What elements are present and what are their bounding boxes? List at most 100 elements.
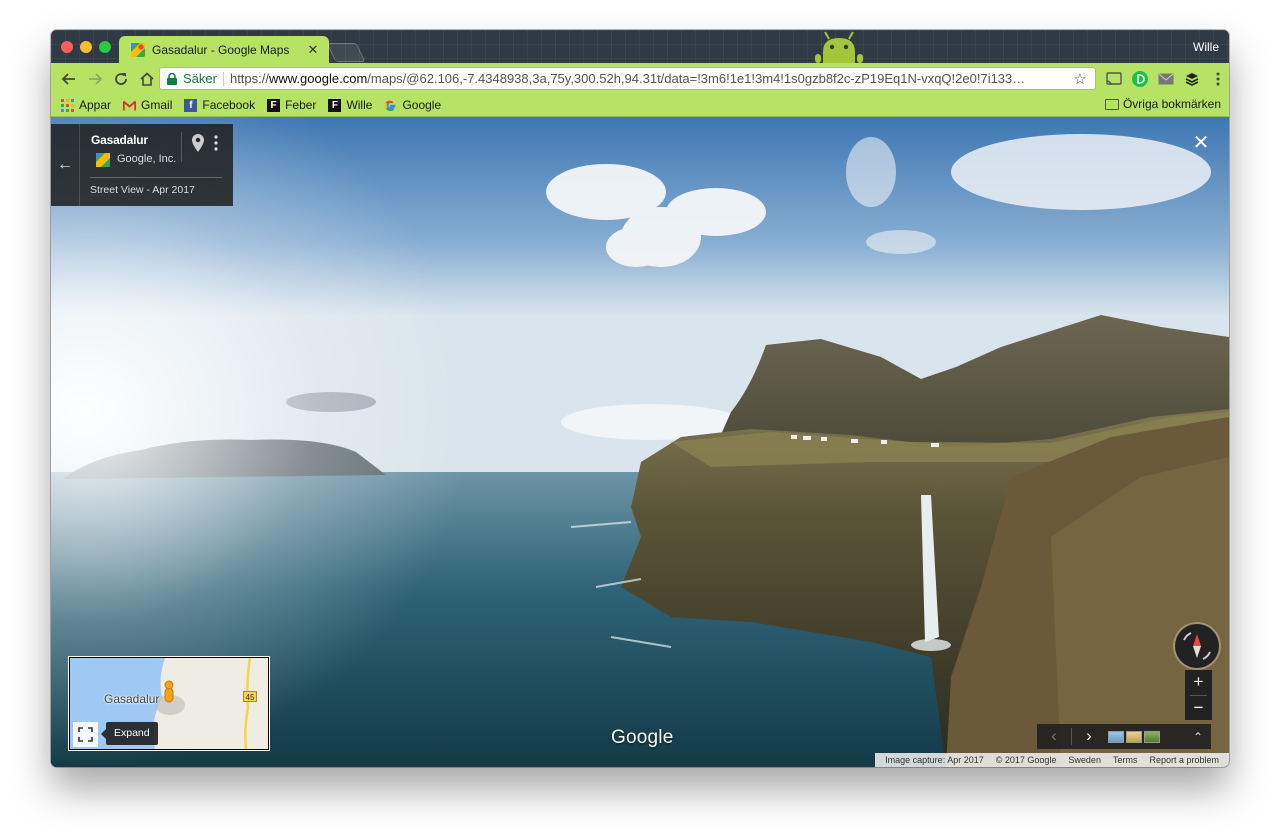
report-problem-link[interactable]: Report a problem (1149, 755, 1219, 765)
zoom-in-button[interactable]: + (1185, 670, 1212, 695)
place-info-card: ← Gasadalur Google, Inc. Street View - A… (51, 124, 233, 206)
card-divider (90, 177, 222, 178)
expand-map-button[interactable] (73, 722, 98, 747)
map-pin-icon[interactable] (192, 134, 204, 152)
tab-google-maps[interactable]: Gasadalur - Google Maps ✕ (119, 36, 329, 63)
feber-icon: F (328, 98, 342, 112)
extension-d-button[interactable] (1129, 68, 1151, 90)
bookmark-appar[interactable]: Appar (61, 98, 111, 112)
bookmark-other-folder[interactable]: Övriga bokmärken (1104, 97, 1221, 111)
menu-icon (1216, 72, 1220, 85)
feber-icon: F (267, 98, 281, 112)
close-window-button[interactable] (61, 41, 73, 53)
profile-name[interactable]: Wille (1193, 40, 1219, 54)
cast-icon (1106, 71, 1122, 85)
url-scheme: https:// (229, 71, 269, 86)
forward-button[interactable] (83, 67, 107, 91)
capture-date[interactable]: Street View - Apr 2017 (90, 184, 195, 196)
bookmark-label: Google (402, 98, 442, 112)
cast-button[interactable] (1103, 68, 1125, 90)
zoom-out-button[interactable]: − (1185, 696, 1212, 721)
bookmark-other-label: Övriga bokmärken (1122, 97, 1221, 111)
back-arrow-icon[interactable]: ← (51, 124, 80, 206)
maximize-window-button[interactable] (99, 41, 111, 53)
google-icon (385, 100, 396, 111)
mini-map-canvas (70, 658, 268, 749)
bookmark-facebook[interactable]: f Facebook (184, 98, 255, 112)
bookmark-label: Wille (346, 98, 373, 112)
bookmark-feber[interactable]: F Feber (267, 98, 316, 112)
gmail-icon (123, 100, 137, 110)
next-photo-icon[interactable]: › (1072, 724, 1106, 749)
road-number-badge: 45 (243, 691, 257, 702)
bookmark-label: Facebook (202, 98, 256, 112)
google-maps-icon (131, 42, 145, 57)
tab-strip: Gasadalur - Google Maps ✕ Wille (51, 30, 1229, 63)
mini-map[interactable]: Gasadalur 45 Expand (69, 657, 269, 750)
forward-icon (89, 72, 103, 85)
buffer-button[interactable] (1181, 68, 1203, 90)
card-separator (181, 132, 182, 162)
android-theme-icon (815, 31, 863, 63)
bookmark-wille[interactable]: F Wille (328, 98, 372, 112)
street-view-panorama[interactable]: ← Gasadalur Google, Inc. Street View - A… (51, 117, 1229, 767)
back-button[interactable] (57, 67, 81, 91)
address-bar[interactable]: Säker https://www.google.com/maps/@62.10… (159, 67, 1096, 90)
copyright-text: © 2017 Google (995, 755, 1057, 765)
back-icon (61, 72, 75, 85)
mail-button[interactable] (1155, 68, 1177, 90)
reload-icon (115, 72, 127, 85)
home-icon (140, 71, 154, 86)
facebook-icon: f (184, 98, 198, 112)
tab-title: Gasadalur - Google Maps (152, 42, 290, 57)
mini-map-label: Gasadalur (104, 692, 160, 706)
chrome-menu-button[interactable] (1207, 68, 1229, 90)
compass-control[interactable] (1175, 624, 1219, 668)
bookmark-star-icon[interactable]: ☆ (1072, 70, 1088, 88)
folder-icon (1104, 98, 1119, 110)
url-separator (222, 71, 224, 86)
photo-thumbnail[interactable] (1144, 730, 1160, 743)
extensions-area (1103, 63, 1229, 94)
bookmarks-bar: Appar Gmail f Facebook F Feber F Wille G… (51, 94, 1229, 117)
url-text[interactable]: https://www.google.com/maps/@62.106,-7.4… (230, 71, 1065, 86)
bookmark-label: Appar (79, 98, 112, 112)
close-street-view-icon[interactable]: ✕ (1191, 133, 1211, 153)
image-capture-date: Image capture: Apr 2017 (885, 755, 984, 765)
photo-strip: ‹ › ⌃ (1037, 724, 1211, 749)
lock-icon (167, 72, 177, 85)
bookmark-label: Gmail (141, 98, 173, 112)
photo-thumbnail[interactable] (1108, 730, 1124, 743)
extension-d-icon (1132, 70, 1148, 87)
bookmark-gmail[interactable]: Gmail (123, 98, 172, 112)
more-options-icon[interactable] (213, 135, 219, 151)
google-maps-icon (96, 153, 110, 167)
zoom-control: + − (1185, 670, 1212, 720)
reload-button[interactable] (109, 67, 133, 91)
browser-window: Gasadalur - Google Maps ✕ Wille Säker ht… (51, 30, 1229, 767)
secure-label: Säker (183, 71, 217, 86)
bookmark-google[interactable]: Google (384, 98, 441, 112)
compass-icon (1183, 632, 1211, 660)
expand-tooltip: Expand (101, 722, 158, 745)
bookmark-label: Feber (285, 98, 317, 112)
country-link[interactable]: Sweden (1068, 755, 1101, 765)
buffer-icon (1185, 72, 1199, 86)
google-logo: Google (611, 727, 674, 748)
minimize-window-button[interactable] (80, 41, 92, 53)
expand-strip-icon[interactable]: ⌃ (1185, 730, 1211, 744)
url-path: /maps/@62.106,-7.4348938,3a,75y,300.52h,… (367, 71, 1026, 86)
tab-close-icon[interactable]: ✕ (305, 42, 321, 58)
home-button[interactable] (135, 67, 159, 91)
new-tab-button[interactable] (326, 43, 366, 62)
photo-thumbnail[interactable] (1126, 730, 1142, 743)
photo-owner[interactable]: Google, Inc. (117, 153, 176, 165)
attribution-footer: Image capture: Apr 2017 © 2017 Google Sw… (875, 753, 1229, 767)
browser-toolbar: Säker https://www.google.com/maps/@62.10… (51, 63, 1229, 94)
previous-photo-icon[interactable]: ‹ (1037, 724, 1071, 749)
mail-icon (1158, 73, 1174, 84)
expand-icon (78, 727, 93, 742)
place-title: Gasadalur (91, 133, 148, 147)
apps-grid-icon (61, 98, 74, 112)
terms-link[interactable]: Terms (1113, 755, 1138, 765)
